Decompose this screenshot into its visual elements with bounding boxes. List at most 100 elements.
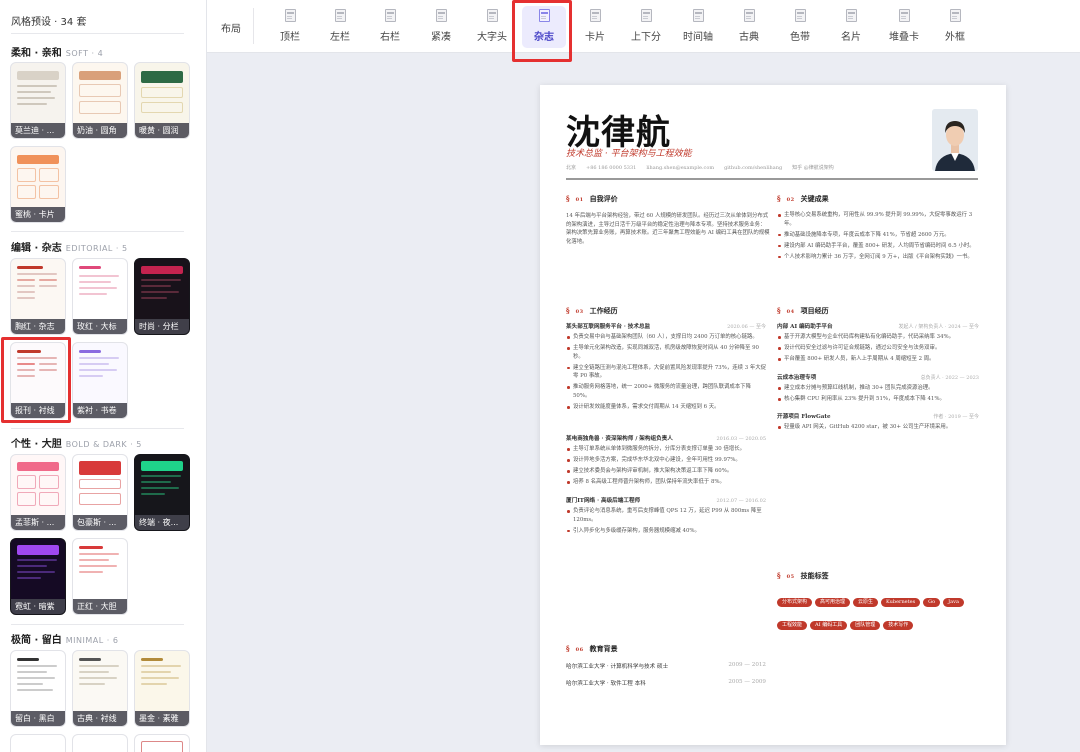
job-company: 某头部互联网服务平台 · 技术总监 [566, 324, 651, 330]
section-number: 02 [786, 197, 795, 203]
preset-card-partial[interactable] [134, 734, 190, 752]
layout-btn-color-band[interactable]: 色带 [781, 6, 819, 48]
layout-btn-card[interactable]: 卡片 [576, 6, 614, 48]
layout-btn-timeline[interactable]: 时间轴 [678, 6, 718, 48]
layout-btn-label: 顶栏 [280, 32, 300, 43]
preset-card-peach[interactable]: 蜜桃 · 卡片 [10, 146, 66, 223]
preset-card-neon-purple[interactable]: 霓虹 · 暗紫 [10, 538, 66, 615]
skill-tag: Kubernetes [881, 598, 921, 607]
achievements-list: 主导核心交易系统重构，可用性从 99.9% 提升到 99.99%，大促零事故运行… [777, 211, 980, 264]
layout-btn-label: 堆叠卡 [889, 32, 919, 43]
layout-btn-label: 左栏 [330, 32, 350, 43]
layout-btn-compact[interactable]: 紧凑 [422, 6, 460, 48]
preset-card-warm-yellow[interactable]: 暖黄 · 圆润 [134, 62, 190, 139]
section-title: 关键成果 [800, 194, 829, 203]
education-school: 哈尔滨工业大学 · 软件工程 本科 [566, 681, 646, 687]
preset-card-partial[interactable] [10, 734, 66, 752]
list-item: 设计研发效能度量体系，需求交付周期从 14 天缩短到 6 天。 [566, 403, 770, 412]
layout-btn-classic[interactable]: 古典 [730, 6, 768, 48]
card-label: 终端 · 夜... [135, 515, 189, 530]
job-entry: 某电商独角兽 · 资深架构师 / 架构组负责人 2016.03 — 2020.05 [566, 435, 766, 443]
section-projects-heading: § 04 项目经历 [777, 306, 829, 315]
section-title: 工作经历 [589, 306, 618, 315]
layout-btn-business-card[interactable]: 名片 [832, 6, 870, 48]
layout-big-header-icon [486, 9, 498, 22]
divider [11, 33, 184, 34]
layout-btn-top-bottom[interactable]: 上下分 [626, 6, 666, 48]
preset-card-memphis[interactable]: 孟菲斯 · ... [10, 454, 66, 531]
layout-business-card-icon [845, 9, 857, 22]
preset-card-chest-red[interactable]: 胸红 · 杂志 [10, 258, 66, 335]
job-bullets: 负责交易中台与基础架构团队（60 人），支撑日均 2400 万订单的核心链路。 … [566, 333, 770, 414]
layout-right-column-icon [384, 9, 396, 22]
list-item: 建立成本分摊与预算红线机制，推动 30+ 团队完成资源治理。 [777, 384, 980, 393]
preset-card-cream[interactable]: 奶油 · 圆角 [72, 62, 128, 139]
layout-top-bottom-icon [640, 9, 652, 22]
divider [253, 8, 254, 44]
list-item: 核心集群 CPU 利用率从 23% 提升到 51%，年度成本下降 41%。 [777, 395, 980, 404]
education-entry: 哈尔滨工业大学 · 计算机科学与技术 硕士 2009 — 2012 [566, 662, 766, 670]
layout-color-band-icon [794, 9, 806, 22]
project-name: 内部 AI 编码助手平台 [777, 324, 833, 330]
card-label: 报刊 · 衬线 [11, 403, 65, 418]
preset-card-terminal[interactable]: 终端 · 夜... [134, 454, 190, 531]
card-label: 孟菲斯 · ... [11, 515, 65, 530]
layout-btn-label: 名片 [841, 32, 861, 43]
layout-btn-label: 右栏 [380, 32, 400, 43]
skill-tag: 分布式架构 [777, 598, 813, 607]
card-label: 胸红 · 杂志 [11, 319, 65, 334]
divider [11, 231, 184, 232]
section-en: SOFT · 4 [65, 49, 104, 58]
preset-card-bold-red[interactable]: 正红 · 大胆 [72, 538, 128, 615]
layout-toolbar: 布局 顶栏 左栏 右栏 紧凑 大字头 杂志 卡片 上下分 时间轴 古典 色带 名… [207, 0, 1080, 53]
layout-btn-left-column[interactable]: 左栏 [321, 6, 359, 48]
section-number: 05 [786, 574, 795, 580]
skill-tag: Go [923, 598, 941, 607]
preset-card-fashion[interactable]: 时尚 · 分栏 [134, 258, 190, 335]
layout-btn-big-header[interactable]: 大字头 [472, 6, 512, 48]
skill-tags: 分布式架构 高可用治理 云原生 Kubernetes Go Java 工程效能 AI 编码工具… [777, 588, 977, 634]
project-bullets: 建立成本分摊与预算红线机制，推动 30+ 团队完成资源治理。 核心集群 CPU … [777, 384, 980, 406]
layout-card-icon [589, 9, 601, 22]
section-soft-title: 柔和 · 亲和 SOFT · 4 [11, 44, 103, 59]
project-name: 开源项目 FlowGate [777, 414, 831, 420]
preset-card-bauhaus[interactable]: 包豪斯 · ... [72, 454, 128, 531]
list-item: 推动基础设施降本专项，年度云成本下降 41%，节省超 2600 万元。 [777, 231, 980, 240]
list-item: 设计代码安全过滤与许可证合规链路，通过公司安全与法务双审。 [777, 344, 980, 353]
preset-card-partial[interactable] [72, 734, 128, 752]
layout-btn-label: 时间轴 [683, 32, 713, 43]
divider [11, 428, 184, 429]
section-title: 项目经历 [800, 306, 829, 315]
preset-card-ink-gold[interactable]: 墨金 · 素雅 [134, 650, 190, 727]
preset-card-rose[interactable]: 玫红 · 大标 [72, 258, 128, 335]
section-minimal-title: 极简 · 留白 MINIMAL · 6 [11, 631, 118, 646]
preset-card-white-black[interactable]: 留白 · 黑白 [10, 650, 66, 727]
layout-btn-magazine[interactable]: 杂志 [522, 6, 566, 48]
section-en: MINIMAL · 6 [65, 636, 119, 645]
layout-btn-label: 紧凑 [431, 32, 451, 43]
card-label: 古典 · 衬线 [73, 711, 127, 726]
header-rule [566, 178, 978, 180]
project-bullets: 轻量级 API 网关，GitHub 4200 star，被 30+ 公司生产环境… [777, 423, 980, 434]
list-item: 平台覆盖 800+ 研发人员，新人上手周期从 4 周缩短至 2 周。 [777, 355, 980, 364]
education-school: 哈尔滨工业大学 · 计算机科学与技术 硕士 [566, 664, 669, 670]
layout-magazine-icon [538, 9, 550, 22]
list-item: 主导核心交易系统重构，可用性从 99.9% 提升到 99.99%，大促零事故运行… [777, 211, 980, 228]
list-item: 建立技术委员会与架构评审机制，推大架构决策返工率下降 60%。 [566, 467, 770, 476]
preset-card-purple-serif[interactable]: 紫衬 · 书卷 [72, 342, 128, 419]
layout-btn-right-column[interactable]: 右栏 [371, 6, 409, 48]
section-title: 柔和 · 亲和 [11, 48, 62, 59]
layout-btn-top-bar[interactable]: 顶栏 [271, 6, 309, 48]
layout-btn-stacked-card[interactable]: 堆叠卡 [883, 6, 925, 48]
list-item: 建设内部 AI 编码助手平台，覆盖 800+ 研发，人均周节省编码时间 6.5 … [777, 242, 980, 251]
preset-card-morandi[interactable]: 莫兰迪 · ... [10, 62, 66, 139]
section-summary-heading: § 01 自我评价 [566, 194, 618, 203]
preset-card-classic-serif[interactable]: 古典 · 衬线 [72, 650, 128, 727]
project-date: 发起人 / 架构负责人 · 2024 — 至今 [898, 324, 979, 330]
layout-btn-outer-frame[interactable]: 外框 [936, 6, 974, 48]
card-label: 正红 · 大胆 [73, 599, 127, 614]
card-label: 墨金 · 素雅 [135, 711, 189, 726]
list-item: 负责交易中台与基础架构团队（60 人），支撑日均 2400 万订单的核心链路。 [566, 333, 770, 342]
preset-card-newspaper[interactable]: 报刊 · 衬线 [10, 342, 66, 419]
style-preset-sidebar: 风格预设 · 34 套 柔和 · 亲和 SOFT · 4 莫兰迪 · ... 奶油… [0, 0, 207, 752]
